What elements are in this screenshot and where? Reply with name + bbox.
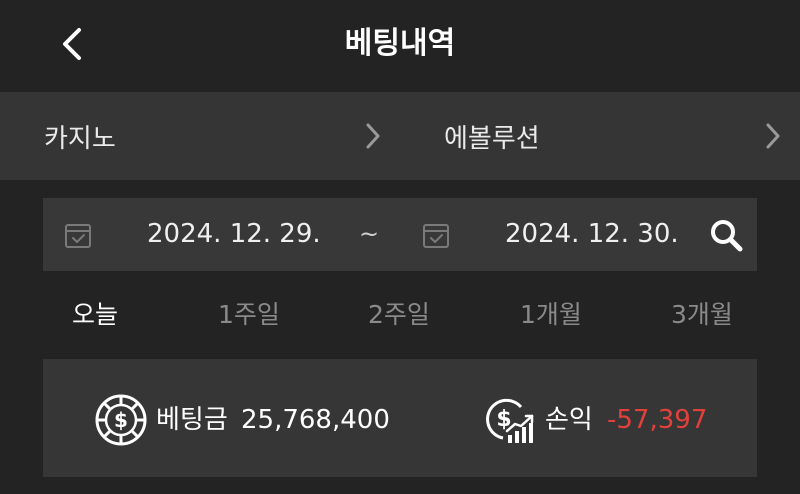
search-icon	[711, 220, 743, 252]
period-tab-2weeks[interactable]: 2주일	[368, 290, 430, 340]
provider-filter[interactable]: 에볼루션	[400, 92, 800, 180]
bet-amount-label: 베팅금	[156, 405, 228, 435]
page-title: 베팅내역	[344, 26, 456, 61]
provider-label: 에볼루션	[444, 123, 540, 154]
profit-loss-label: 손익	[545, 405, 593, 435]
profit-loss-value: -57,397	[607, 405, 708, 435]
category-label: 카지노	[44, 123, 116, 154]
end-date[interactable]: 2024. 12. 30.	[505, 198, 679, 271]
period-tabs: 오늘 1주일 2주일 1개월 3개월	[0, 290, 800, 340]
period-tab-today[interactable]: 오늘	[72, 290, 118, 340]
date-range-bar: 2024. 12. 29. ~ 2024. 12. 30.	[43, 198, 757, 271]
start-date[interactable]: 2024. 12. 29.	[147, 198, 321, 271]
calendar-icon[interactable]	[63, 220, 93, 250]
app-header: 베팅내역	[0, 0, 800, 92]
search-button[interactable]	[707, 216, 745, 254]
profit-chart-icon: $	[486, 398, 534, 443]
category-filter[interactable]: 카지노	[0, 92, 400, 180]
filter-bar: 카지노 에볼루션	[0, 92, 800, 180]
chevron-right-icon	[766, 123, 780, 149]
date-separator: ~	[359, 220, 380, 248]
period-tab-3months[interactable]: 3개월	[671, 290, 733, 340]
period-tab-1month[interactable]: 1개월	[520, 290, 582, 340]
chevron-right-icon	[366, 123, 380, 149]
bet-summary: $ 베팅금 25,768,400 $ 손익 -57,397	[43, 359, 757, 477]
calendar-icon[interactable]	[421, 220, 451, 250]
period-tab-1week[interactable]: 1주일	[218, 290, 280, 340]
bet-amount-value: 25,768,400	[241, 405, 390, 435]
svg-text:$: $	[114, 408, 128, 432]
coin-icon: $	[95, 394, 147, 446]
